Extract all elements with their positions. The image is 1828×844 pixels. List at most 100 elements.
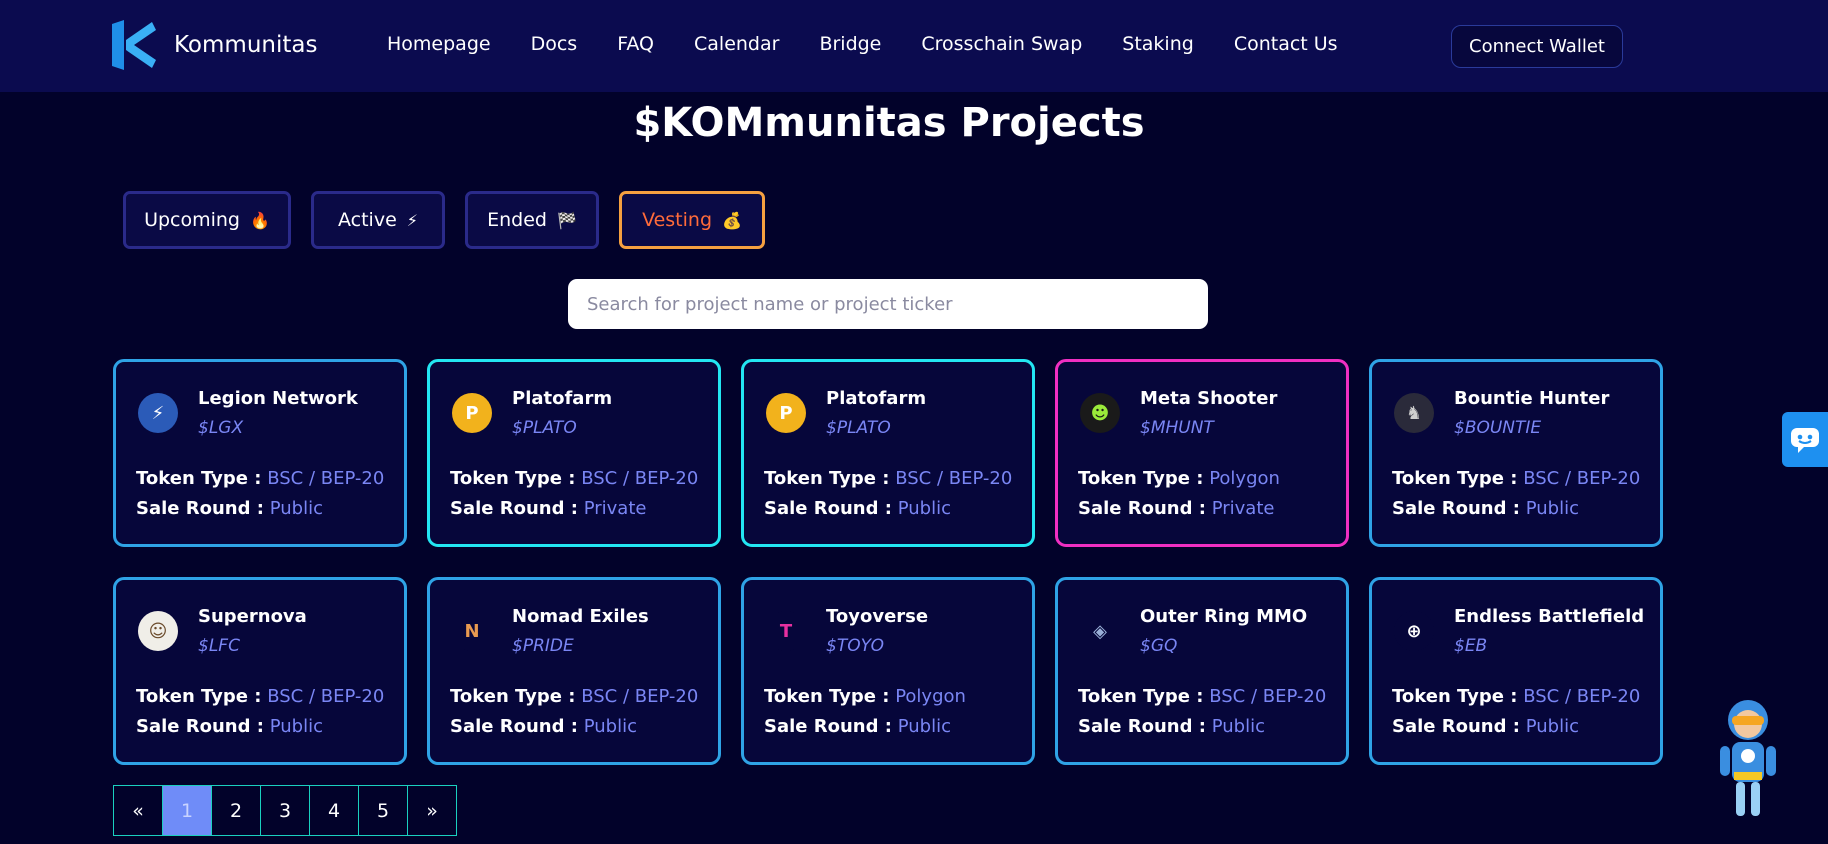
kommunitas-logo-icon xyxy=(112,20,156,70)
token-type-value: BSC / BEP-20 xyxy=(1209,686,1327,707)
project-ticker: $MHUNT xyxy=(1140,418,1214,438)
sale-round-label: Sale Round : xyxy=(764,498,892,519)
token-type-row: Token Type : BSC / BEP-20 xyxy=(450,468,698,489)
search-input[interactable] xyxy=(568,279,1208,329)
pagination-page-4[interactable]: 4 xyxy=(309,785,359,836)
chat-widget-button[interactable] xyxy=(1782,412,1828,467)
token-type-value: BSC / BEP-20 xyxy=(581,468,699,489)
token-type-row: Token Type : BSC / BEP-20 xyxy=(450,686,698,707)
project-name: Legion Network xyxy=(198,388,358,409)
tab-upcoming-label: Upcoming xyxy=(144,209,240,231)
sale-round-value: Public xyxy=(897,498,951,519)
tab-active[interactable]: Active ⚡ xyxy=(311,191,445,249)
sale-round-row: Sale Round : Public xyxy=(450,716,637,737)
project-card[interactable]: ⚡ Legion Network $LGX Token Type : BSC / BE… xyxy=(113,359,407,547)
tab-upcoming[interactable]: Upcoming 🔥 xyxy=(123,191,291,249)
sale-round-value: Public xyxy=(583,716,637,737)
tab-ended[interactable]: Ended 🏁 xyxy=(465,191,599,249)
project-card[interactable]: ♞ Bountie Hunter $BOUNTIE Token Type : BSC … xyxy=(1369,359,1663,547)
sale-round-label: Sale Round : xyxy=(1078,716,1206,737)
sale-round-row: Sale Round : Public xyxy=(764,716,951,737)
tab-active-label: Active xyxy=(337,209,397,231)
nav-faq[interactable]: FAQ xyxy=(617,33,654,55)
sale-round-value: Private xyxy=(583,498,647,519)
project-card[interactable]: ◈ Outer Ring MMO $GQ Token Type : BSC / BEP… xyxy=(1055,577,1349,765)
token-type-value: Polygon xyxy=(895,686,966,707)
project-name: Outer Ring MMO xyxy=(1140,606,1308,627)
nav-bridge[interactable]: Bridge xyxy=(819,33,881,55)
pagination-page-5[interactable]: 5 xyxy=(358,785,408,836)
tab-vesting[interactable]: Vesting 💰 xyxy=(619,191,765,249)
token-type-row: Token Type : BSC / BEP-20 xyxy=(764,468,1012,489)
legion-logo-icon: ⚡ xyxy=(138,393,178,433)
nav-docs[interactable]: Docs xyxy=(531,33,578,55)
lightning-icon: ⚡ xyxy=(406,210,418,230)
mascot-character-icon[interactable] xyxy=(1712,694,1784,826)
token-type-row: Token Type : BSC / BEP-20 xyxy=(136,686,384,707)
token-type-value: BSC / BEP-20 xyxy=(267,468,385,489)
platofarm-coin-icon: P xyxy=(766,393,806,433)
pagination-next-button[interactable]: » xyxy=(407,785,457,836)
sale-round-value: Public xyxy=(269,716,323,737)
project-card[interactable]: ⊕ Endless Battlefield $EB Token Type : BSC … xyxy=(1369,577,1663,765)
sale-round-value: Private xyxy=(1211,498,1275,519)
project-ticker: $PLATO xyxy=(826,418,891,438)
nav-contact-us[interactable]: Contact Us xyxy=(1234,33,1338,55)
nav-crosschain-swap[interactable]: Crosschain Swap xyxy=(921,33,1082,55)
token-type-row: Token Type : Polygon xyxy=(764,686,966,707)
sale-round-row: Sale Round : Private xyxy=(1078,498,1274,519)
project-card[interactable]: ☺ Supernova $LFC Token Type : BSC / BEP-20 S… xyxy=(113,577,407,765)
project-card[interactable]: ☻ Meta Shooter $MHUNT Token Type : Polygon S… xyxy=(1055,359,1349,547)
token-type-row: Token Type : BSC / BEP-20 xyxy=(1078,686,1326,707)
pagination-prev-button[interactable]: « xyxy=(113,785,163,836)
token-type-row: Token Type : Polygon xyxy=(1078,468,1280,489)
token-type-label: Token Type : xyxy=(450,468,576,489)
token-type-row: Token Type : BSC / BEP-20 xyxy=(1392,468,1640,489)
page-title: $KOMmunitas Projects xyxy=(633,100,1145,146)
project-ticker: $TOYO xyxy=(826,636,885,656)
project-ticker: $GQ xyxy=(1140,636,1178,656)
project-card[interactable]: P Platofarm $PLATO Token Type : BSC / BEP-2… xyxy=(427,359,721,547)
pagination-page-2[interactable]: 2 xyxy=(211,785,261,836)
token-type-label: Token Type : xyxy=(1078,468,1204,489)
sale-round-label: Sale Round : xyxy=(136,498,264,519)
main-nav: Homepage Docs FAQ Calendar Bridge Crossc… xyxy=(387,33,1378,55)
token-type-label: Token Type : xyxy=(764,468,890,489)
token-type-value: BSC / BEP-20 xyxy=(895,468,1013,489)
sale-round-value: Public xyxy=(269,498,323,519)
project-card[interactable]: T Toyoverse $TOYO Token Type : Polygon Sale … xyxy=(741,577,1035,765)
project-ticker: $BOUNTIE xyxy=(1454,418,1542,438)
token-type-value: Polygon xyxy=(1209,468,1280,489)
project-name: Platofarm xyxy=(512,388,613,409)
supernova-logo-icon: ☺ xyxy=(138,611,178,651)
top-header: Kommunitas Homepage Docs FAQ Calendar Br… xyxy=(0,0,1828,92)
nav-staking[interactable]: Staking xyxy=(1122,33,1194,55)
sale-round-label: Sale Round : xyxy=(136,716,264,737)
token-type-row: Token Type : BSC / BEP-20 xyxy=(1392,686,1640,707)
brand-logo[interactable]: Kommunitas xyxy=(112,20,317,70)
nav-calendar[interactable]: Calendar xyxy=(694,33,779,55)
outer-ring-logo-icon: ◈ xyxy=(1080,611,1120,651)
nomad-exiles-logo-icon: N xyxy=(452,611,492,651)
sale-round-value: Public xyxy=(1525,716,1579,737)
meta-shooter-logo-icon: ☻ xyxy=(1080,393,1120,433)
money-bag-icon: 💰 xyxy=(722,210,742,230)
project-card[interactable]: N Nomad Exiles $PRIDE Token Type : BSC / BE… xyxy=(427,577,721,765)
token-type-label: Token Type : xyxy=(136,686,262,707)
pagination-page-1[interactable]: 1 xyxy=(162,785,212,836)
connect-wallet-button[interactable]: Connect Wallet xyxy=(1451,25,1623,68)
pagination-page-3[interactable]: 3 xyxy=(260,785,310,836)
sale-round-label: Sale Round : xyxy=(1078,498,1206,519)
nav-homepage[interactable]: Homepage xyxy=(387,33,491,55)
sale-round-row: Sale Round : Public xyxy=(136,716,323,737)
project-ticker: $PRIDE xyxy=(512,636,574,656)
token-type-value: BSC / BEP-20 xyxy=(267,686,385,707)
token-type-label: Token Type : xyxy=(1392,686,1518,707)
sale-round-label: Sale Round : xyxy=(450,498,578,519)
project-ticker: $LGX xyxy=(198,418,244,438)
project-card[interactable]: P Platofarm $PLATO Token Type : BSC / BEP-2… xyxy=(741,359,1035,547)
project-name: Endless Battlefield xyxy=(1454,606,1645,627)
project-name: Supernova xyxy=(198,606,307,627)
sale-round-row: Sale Round : Public xyxy=(1392,716,1579,737)
token-type-label: Token Type : xyxy=(764,686,890,707)
